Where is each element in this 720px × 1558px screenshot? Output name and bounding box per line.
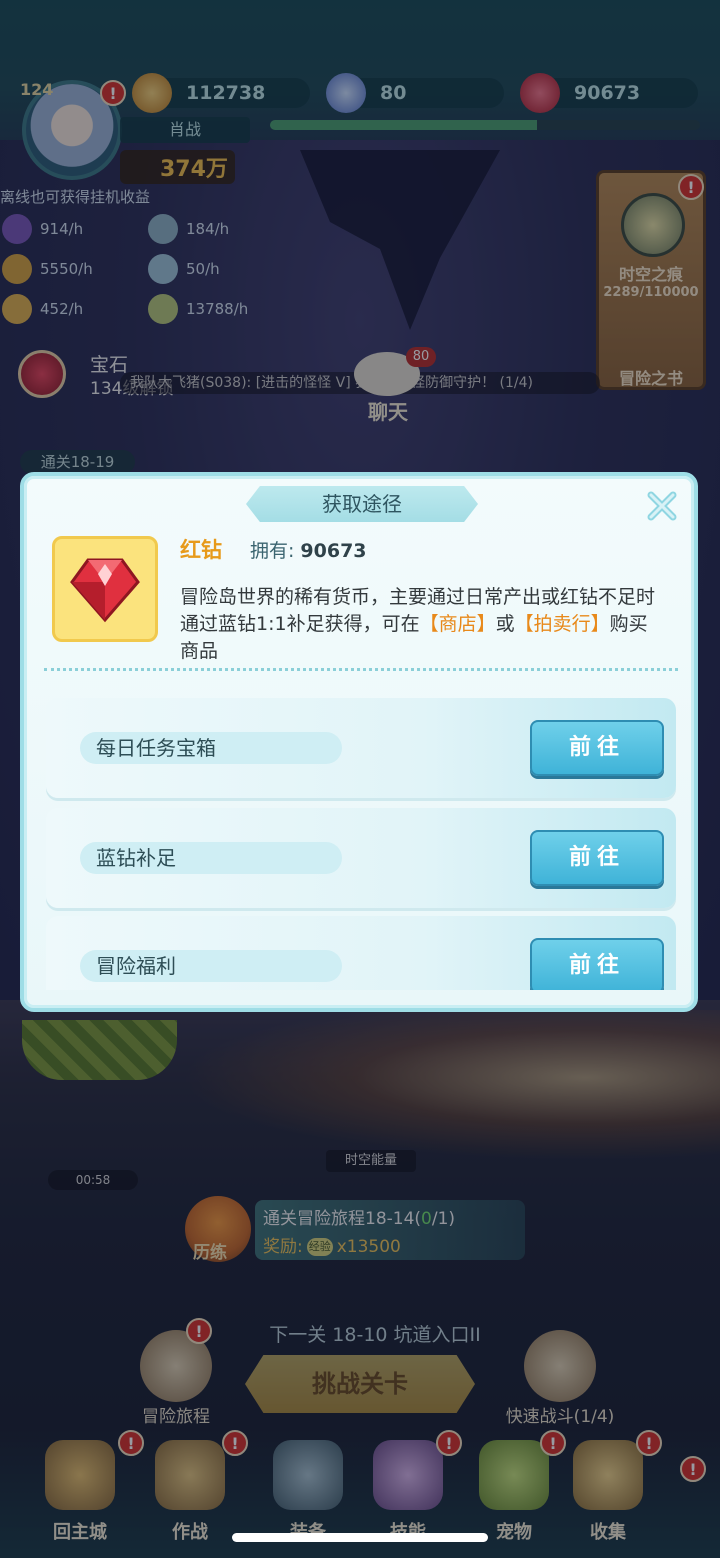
source-label: 冒险福利: [80, 950, 342, 982]
home-indicator[interactable]: [232, 1533, 488, 1542]
desc-shop-link[interactable]: 【商店】: [420, 613, 496, 635]
source-label: 蓝钻补足: [80, 842, 342, 874]
red-diamond-item-icon: [52, 536, 158, 642]
source-row: 冒险福利 前往: [46, 916, 676, 990]
source-label: 每日任务宝箱: [80, 732, 342, 764]
item-owned: 拥有: 90673: [250, 536, 367, 563]
owned-value: 90673: [300, 540, 367, 562]
modal-title: 获取途径: [246, 486, 478, 522]
owned-label: 拥有:: [250, 540, 295, 562]
red-gem-icon: [70, 558, 140, 623]
source-list[interactable]: 每日任务宝箱 前往 蓝钻补足 前往 冒险福利 前往: [46, 698, 676, 990]
source-row: 蓝钻补足 前往: [46, 808, 676, 908]
acquisition-modal: 获取途径 红钻 拥有: 90673 冒险岛世界的稀有货币，主要通过日常产出或红钻不…: [20, 472, 698, 1012]
desc-or: 或: [495, 613, 515, 635]
item-description: 冒险岛世界的稀有货币，主要通过日常产出或红钻不足时通过蓝钻1:1补足获得，可在【…: [180, 584, 660, 665]
dotted-divider: [44, 668, 678, 671]
close-button[interactable]: [642, 486, 682, 526]
item-name: 红钻: [180, 538, 222, 562]
go-button[interactable]: 前往: [530, 938, 664, 990]
go-button[interactable]: 前往: [530, 830, 664, 886]
close-icon: [647, 491, 677, 521]
go-button[interactable]: 前往: [530, 720, 664, 776]
desc-auction-link[interactable]: 【拍卖行】: [515, 613, 610, 635]
source-row: 每日任务宝箱 前往: [46, 698, 676, 798]
